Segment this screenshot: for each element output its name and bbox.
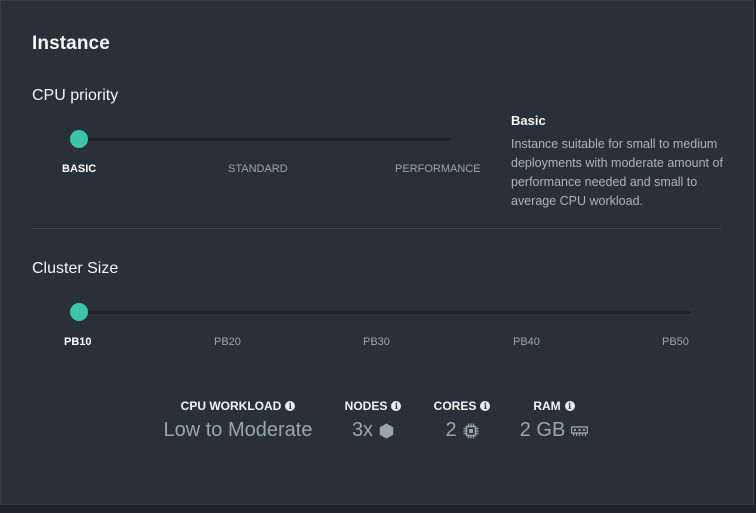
hexagon-icon xyxy=(379,423,394,438)
cpu-priority-slider-thumb[interactable] xyxy=(70,130,88,148)
cluster-size-title: Cluster Size xyxy=(32,260,119,277)
info-icon[interactable]: i xyxy=(391,401,402,411)
cpu-priority-option-standard[interactable]: STANDARD xyxy=(228,163,288,175)
info-icon[interactable]: i xyxy=(285,401,296,411)
stat-cpu-workload-value: Low to Moderate xyxy=(163,419,313,441)
cluster-size-option-pb50[interactable]: PB50 xyxy=(662,336,689,348)
stat-ram: RAM i 2 GB xyxy=(509,399,599,442)
cpu-priority-description: Instance suitable for small to medium de… xyxy=(511,137,723,208)
cpu-priority-option-basic[interactable]: BASIC xyxy=(62,163,96,175)
stat-ram-value: 2 GB xyxy=(519,419,566,441)
cluster-size-slider-thumb[interactable] xyxy=(70,303,88,321)
stat-nodes-value: 3x xyxy=(351,419,374,441)
cluster-size-option-pb10[interactable]: PB10 xyxy=(64,336,92,348)
cpu-priority-option-performance[interactable]: PERFORMANCE xyxy=(395,163,481,175)
stat-cpu-workload-label: CPU WORKLOAD xyxy=(180,399,282,413)
stat-cores: CORES i 2 xyxy=(425,399,499,442)
cpu-priority-slider-track[interactable] xyxy=(78,138,451,141)
stat-nodes-label: NODES xyxy=(344,399,388,413)
stat-cpu-workload: CPU WORKLOAD i Low to Moderate xyxy=(153,399,323,442)
cluster-size-option-pb40[interactable]: PB40 xyxy=(513,336,540,348)
cpu-priority-description-title: Basic xyxy=(511,113,546,128)
section-divider xyxy=(32,228,721,229)
cpu-chip-icon xyxy=(463,423,479,438)
cpu-priority-title: CPU priority xyxy=(32,87,119,104)
info-icon[interactable]: i xyxy=(564,401,575,411)
stat-nodes: NODES i 3x xyxy=(335,399,411,442)
stat-cores-label: CORES xyxy=(433,399,477,413)
info-icon[interactable]: i xyxy=(480,401,491,411)
instance-panel: Instance CPU priority BASIC STANDARD PER… xyxy=(0,0,754,505)
cluster-size-option-pb20[interactable]: PB20 xyxy=(214,336,241,348)
instance-title: Instance xyxy=(32,33,110,54)
stat-cores-value: 2 xyxy=(445,419,457,441)
memory-icon xyxy=(571,425,589,436)
stat-ram-label: RAM xyxy=(533,399,561,413)
cluster-size-slider-track[interactable] xyxy=(78,311,690,314)
cluster-size-option-pb30[interactable]: PB30 xyxy=(363,336,390,348)
